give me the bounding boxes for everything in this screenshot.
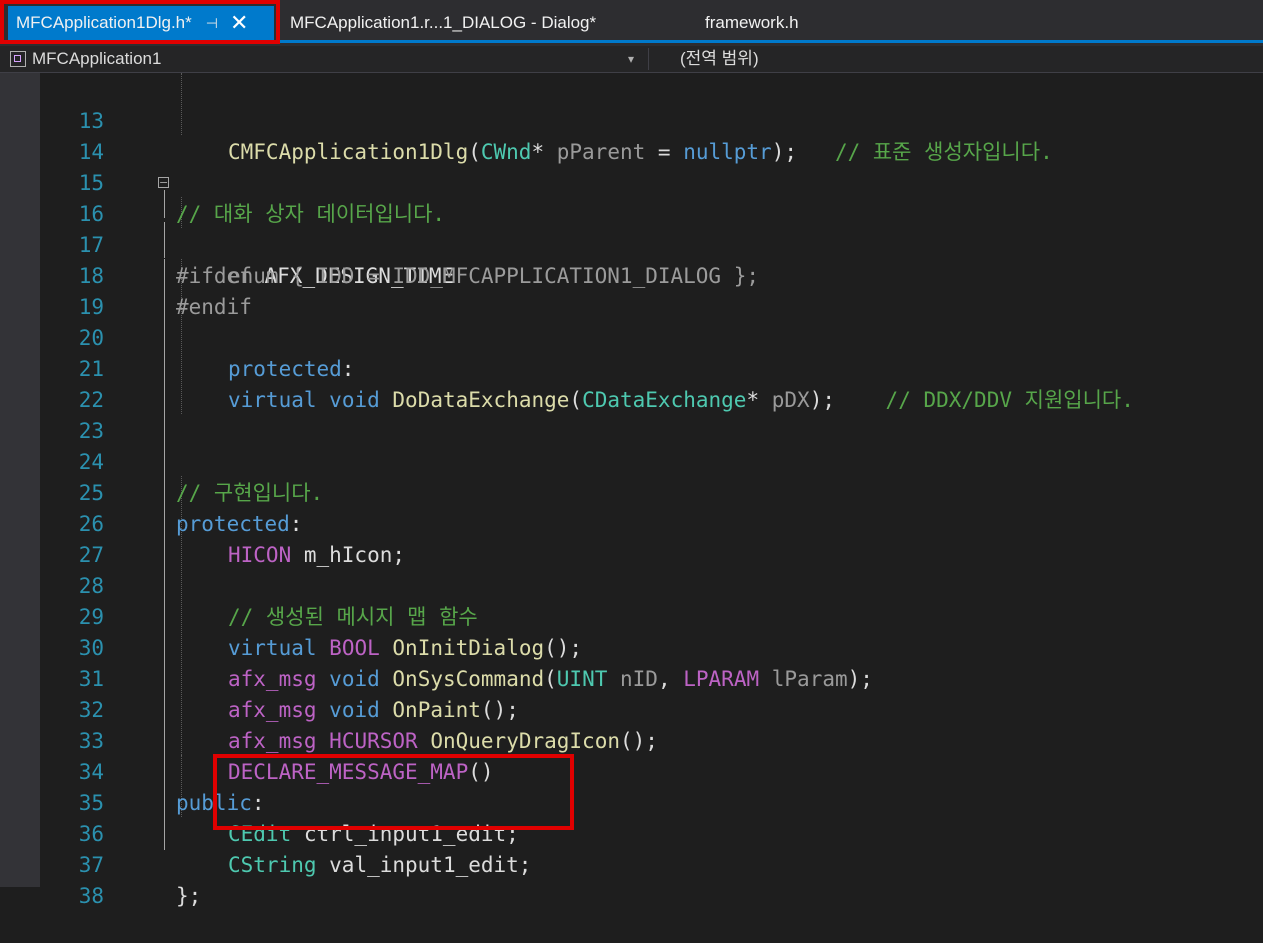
code-line[interactable]: 21 virtual void DoDataExchange(CDataExch… xyxy=(40,323,1263,412)
tab-dialog-resource[interactable]: MFCApplication1.r...1_DIALOG - Dialog* xyxy=(290,6,596,40)
code-line[interactable]: 29 virtual BOOL OnInitDialog(); xyxy=(40,571,1263,660)
code-line[interactable]: 20 protected: xyxy=(40,292,1263,381)
line-number: 38 xyxy=(78,884,104,908)
member-highlight-box xyxy=(213,754,574,830)
project-name: MFCApplication1 xyxy=(32,49,162,68)
code-line[interactable]: 38 xyxy=(40,850,1263,908)
code-line[interactable]: 25 protected: xyxy=(40,447,1263,536)
code-line[interactable]: 30 afx_msg void OnSysCommand(UINT nID, L… xyxy=(40,602,1263,691)
code-line[interactable]: 17 enum { IDD = IDD_MFCAPPLICATION1_DIAL… xyxy=(40,199,1263,288)
code-line[interactable]: 13 CMFCApplication1Dlg(CWnd* pParent = n… xyxy=(40,75,1263,164)
tab-framework-h[interactable]: framework.h xyxy=(705,6,799,40)
class-icon xyxy=(10,51,26,67)
chevron-down-icon[interactable]: ▾ xyxy=(628,46,634,72)
divider xyxy=(648,48,649,70)
code-line[interactable]: 31 afx_msg void OnPaint(); xyxy=(40,633,1263,722)
code-line[interactable]: 22 xyxy=(40,354,1263,412)
tab-label: framework.h xyxy=(705,13,799,32)
tab-label: MFCApplication1.r...1_DIALOG - Dialog* xyxy=(290,13,597,32)
code-line[interactable]: 14 xyxy=(40,106,1263,164)
project-dropdown[interactable]: MFCApplication1 xyxy=(10,46,646,72)
tab-highlight-box xyxy=(0,0,280,44)
code-line[interactable]: 27 xyxy=(40,509,1263,567)
scope-label: (전역 범위) xyxy=(680,49,759,68)
code-line[interactable]: 19 xyxy=(40,261,1263,319)
code-line[interactable]: 32 afx_msg HCURSOR OnQueryDragIcon(); xyxy=(40,664,1263,753)
scope-dropdown[interactable]: (전역 범위) xyxy=(680,46,759,72)
navigation-bar: MFCApplication1 ▾ (전역 범위) xyxy=(0,46,1263,73)
code-line[interactable]: 26 HICON m_hIcon; xyxy=(40,478,1263,567)
code-line[interactable]: 15 // 대화 상자 데이터입니다. xyxy=(40,137,1263,226)
code-line[interactable]: 34 public: xyxy=(40,726,1263,815)
code-line[interactable]: 18 #endif xyxy=(40,230,1263,319)
collapse-icon[interactable]: − xyxy=(158,177,169,188)
indicator-margin xyxy=(0,73,40,887)
code-line[interactable]: 16 − #ifdef AFX_DESIGN_TIME xyxy=(40,168,1263,288)
code-line[interactable]: 24 // 구현입니다. xyxy=(40,416,1263,505)
document-tab-strip: MFCApplication1Dlg.h* ⊣ ✕ MFCApplication… xyxy=(0,0,1263,46)
line-code: }; xyxy=(176,884,202,908)
code-line[interactable]: 23 xyxy=(40,385,1263,443)
code-line[interactable]: 28 // 생성된 메시지 맵 함수 xyxy=(40,540,1263,629)
code-line[interactable]: 33 DECLARE_MESSAGE_MAP() xyxy=(40,695,1263,784)
